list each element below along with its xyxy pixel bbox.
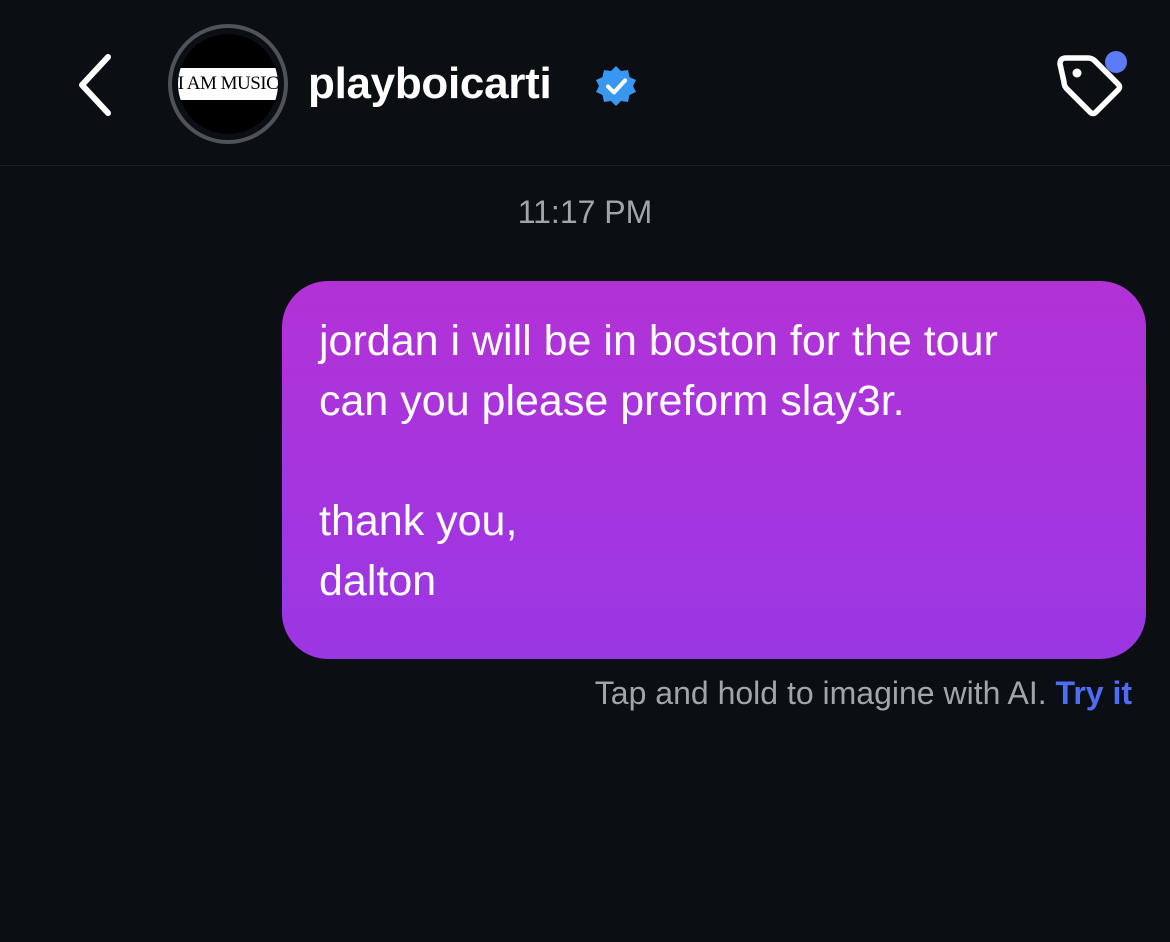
ai-hint: Tap and hold to imagine with AI. Try it bbox=[595, 672, 1132, 714]
verified-badge-icon bbox=[596, 66, 636, 106]
try-it-link[interactable]: Try it bbox=[1056, 675, 1132, 711]
chat-header: I AM MUSIC playboicarti bbox=[0, 0, 1170, 166]
avatar-image: I AM MUSIC bbox=[178, 34, 278, 134]
tag-icon bbox=[1057, 51, 1127, 117]
back-button[interactable] bbox=[70, 50, 120, 120]
sent-message-bubble[interactable]: jordan i will be in boston for the tour … bbox=[282, 281, 1146, 659]
avatar-logo-text: I AM MUSIC bbox=[178, 68, 278, 100]
notification-dot bbox=[1105, 51, 1127, 73]
message-timestamp: 11:17 PM bbox=[517, 194, 653, 230]
tag-button[interactable] bbox=[1050, 44, 1134, 124]
avatar[interactable]: I AM MUSIC bbox=[168, 24, 288, 144]
chevron-left-icon bbox=[79, 54, 111, 116]
username[interactable]: playboicarti bbox=[308, 56, 552, 112]
message-text: jordan i will be in boston for the tour … bbox=[319, 317, 998, 605]
ai-hint-text: Tap and hold to imagine with AI. bbox=[594, 675, 1047, 711]
